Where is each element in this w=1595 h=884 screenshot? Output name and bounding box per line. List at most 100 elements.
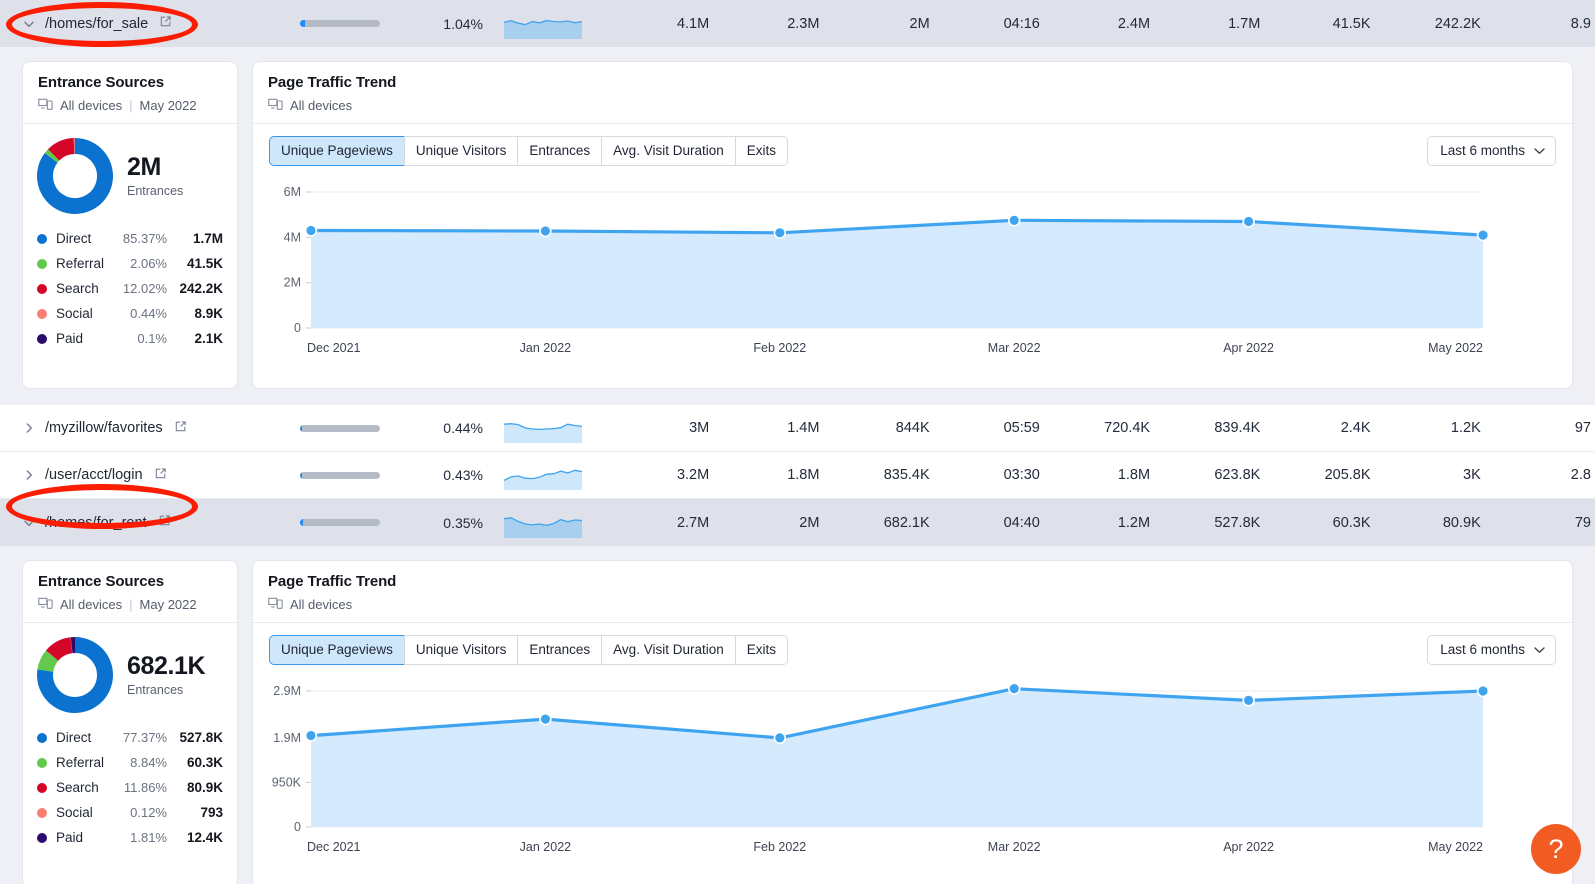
row-path-cell[interactable]: /user/acct/login	[0, 467, 300, 484]
row-metric-value: 79	[1574, 514, 1591, 531]
row-metric-value: 623.8K	[1214, 467, 1261, 483]
row-path-cell[interactable]: /myzillow/favorites	[0, 420, 300, 437]
traffic-share-bar	[300, 424, 405, 432]
donut-hole	[56, 656, 94, 694]
row-path-cell[interactable]: /homes/for_sale	[0, 15, 300, 32]
svg-text:4M: 4M	[284, 230, 301, 244]
chevron-down-icon[interactable]	[22, 516, 36, 530]
row-metric-value: 04:16	[1003, 15, 1040, 32]
chevron-down-icon[interactable]	[22, 17, 36, 31]
entrance-sources-subtitle: All devices | May 2022	[38, 596, 222, 613]
svg-text:950K: 950K	[272, 775, 302, 789]
page-traffic-trend-subtitle: All devices	[268, 596, 1557, 613]
legend-item: Paid 1.81% 12.4K	[37, 825, 223, 850]
row-path-cell[interactable]: /homes/for_rent	[0, 514, 300, 531]
external-link-icon[interactable]	[174, 420, 187, 437]
entrance-sources-subtitle: All devices | May 2022	[38, 97, 222, 114]
legend-source-name: Direct	[56, 730, 92, 745]
row-metric-value: 97	[1574, 420, 1591, 436]
svg-text:Apr 2022: Apr 2022	[1223, 341, 1274, 355]
svg-text:Apr 2022: Apr 2022	[1223, 840, 1274, 854]
page-traffic-trend-card: Page Traffic Trend All devices Unique Page…	[252, 61, 1573, 389]
page-traffic-trend-subtitle: All devices	[268, 97, 1557, 114]
entrance-sources-title: Entrance Sources	[38, 573, 164, 590]
row-metric-value: 844K	[895, 420, 930, 436]
entrances-total-value: 682.1K	[127, 652, 206, 681]
tab-exits[interactable]: Exits	[734, 635, 788, 665]
legend-color-dot	[37, 807, 47, 818]
row-metric-value: 1.2M	[1117, 514, 1151, 531]
legend-value: 12.4K	[186, 830, 223, 845]
legend-percent: 2.06%	[130, 256, 167, 271]
period-label: May 2022	[139, 98, 197, 113]
table-row[interactable]: /homes/for_sale 1.04% 4.1M 2.3M 2M 04:16 2.4M 1…	[0, 0, 1595, 47]
legend-percent: 0.1%	[137, 331, 167, 346]
device-icon	[38, 97, 53, 114]
row-metric-value: 41.5K	[1332, 15, 1371, 32]
external-link-icon[interactable]	[154, 467, 167, 484]
row-metric-value: 2.3M	[787, 15, 820, 32]
table-row[interactable]: /homes/for_rent 0.35% 2.7M 2M 682.1K 04:40 1.2…	[0, 499, 1595, 546]
page-analytics-table: /homes/for_sale 1.04% 4.1M 2.3M 2M 04:16 2.4M 1…	[0, 0, 1595, 884]
legend-percent: 1.81%	[130, 830, 167, 845]
table-row[interactable]: /myzillow/favorites 0.44% 3M 1.4M 844K 05:59 7…	[0, 405, 1595, 452]
svg-text:May 2022: May 2022	[1428, 840, 1483, 854]
traffic-share-bar	[300, 519, 405, 526]
legend-source-name: Social	[56, 306, 93, 321]
row-path-label: /homes/for_sale	[45, 15, 149, 32]
legend-item: Search 11.86% 80.9K	[37, 775, 223, 800]
chevron-down-icon	[1534, 143, 1545, 158]
device-label: All devices	[60, 597, 123, 612]
row-metric-value: 1.8M	[787, 467, 820, 483]
date-range-select[interactable]: Last 6 months	[1427, 635, 1556, 665]
page-traffic-trend-header: Page Traffic Trend All devices	[253, 62, 1572, 123]
entrances-total: 2M Entrances	[127, 154, 183, 197]
tab-unique-pageviews[interactable]: Unique Pageviews	[269, 635, 404, 665]
external-link-icon[interactable]	[158, 514, 171, 531]
external-link-icon[interactable]	[159, 15, 172, 32]
tab-entrances[interactable]: Entrances	[517, 136, 602, 166]
row-metric-value: 682.1K	[883, 514, 930, 531]
row-path-label: /homes/for_rent	[45, 514, 147, 531]
tab-unique-pageviews[interactable]: Unique Pageviews	[269, 136, 404, 166]
device-label: All devices	[290, 597, 353, 612]
legend-value: 60.3K	[186, 755, 223, 770]
row-metric-value: 2M	[799, 514, 820, 531]
row-metric-value: 05:59	[1003, 420, 1040, 436]
period-label: May 2022	[139, 597, 197, 612]
expanded-detail-panel: Entrance Sources All devices | May 2022 682.…	[0, 546, 1595, 884]
chevron-right-icon[interactable]	[22, 421, 36, 435]
entrance-sources-header: Entrance Sources All devices | May 2022	[23, 561, 237, 622]
chevron-right-icon[interactable]	[22, 468, 36, 482]
traffic-trend-chart: 0 2M 4M 6M Dec 2021 Jan 2022 Feb 2022 Mar 2022 A…	[253, 172, 1572, 388]
table-row[interactable]: /user/acct/login 0.43% 3.2M 1.8M 835.4K 03:30…	[0, 452, 1595, 499]
tab-avg-visit-duration[interactable]: Avg. Visit Duration	[601, 136, 735, 166]
legend-color-dot	[37, 757, 47, 768]
legend-value: 41.5K	[186, 256, 223, 271]
legend-item: Search 12.02% 242.2K	[37, 276, 223, 301]
svg-text:Jan 2022: Jan 2022	[520, 840, 571, 854]
legend-color-dot	[37, 308, 47, 319]
chevron-down-icon	[1534, 642, 1545, 657]
date-range-select[interactable]: Last 6 months	[1427, 136, 1556, 166]
svg-text:Mar 2022: Mar 2022	[988, 341, 1041, 355]
entrance-sources-legend: Direct 77.37% 527.8K Referral 8.84% 60.3K Sear…	[23, 719, 237, 866]
tab-avg-visit-duration[interactable]: Avg. Visit Duration	[601, 635, 735, 665]
legend-percent: 0.44%	[130, 306, 167, 321]
subtitle-divider: |	[129, 597, 133, 612]
tab-unique-visitors[interactable]: Unique Visitors	[403, 635, 518, 665]
traffic-share-percent: 1.04%	[443, 15, 483, 32]
help-button[interactable]: ?	[1531, 824, 1581, 874]
svg-text:0: 0	[294, 820, 301, 834]
row-metric-value: 3K	[1463, 467, 1481, 483]
progress-bar-track	[300, 519, 380, 526]
legend-value: 793	[200, 805, 223, 820]
row-metric-value: 1.8M	[1117, 467, 1151, 483]
row-metric-value: 1.2K	[1450, 420, 1481, 436]
tab-unique-visitors[interactable]: Unique Visitors	[403, 136, 518, 166]
tab-exits[interactable]: Exits	[734, 136, 788, 166]
row-metric-value: 4.1M	[676, 15, 710, 32]
tab-entrances[interactable]: Entrances	[517, 635, 602, 665]
legend-color-dot	[37, 333, 47, 344]
row-metric-value: 03:30	[1003, 467, 1040, 483]
